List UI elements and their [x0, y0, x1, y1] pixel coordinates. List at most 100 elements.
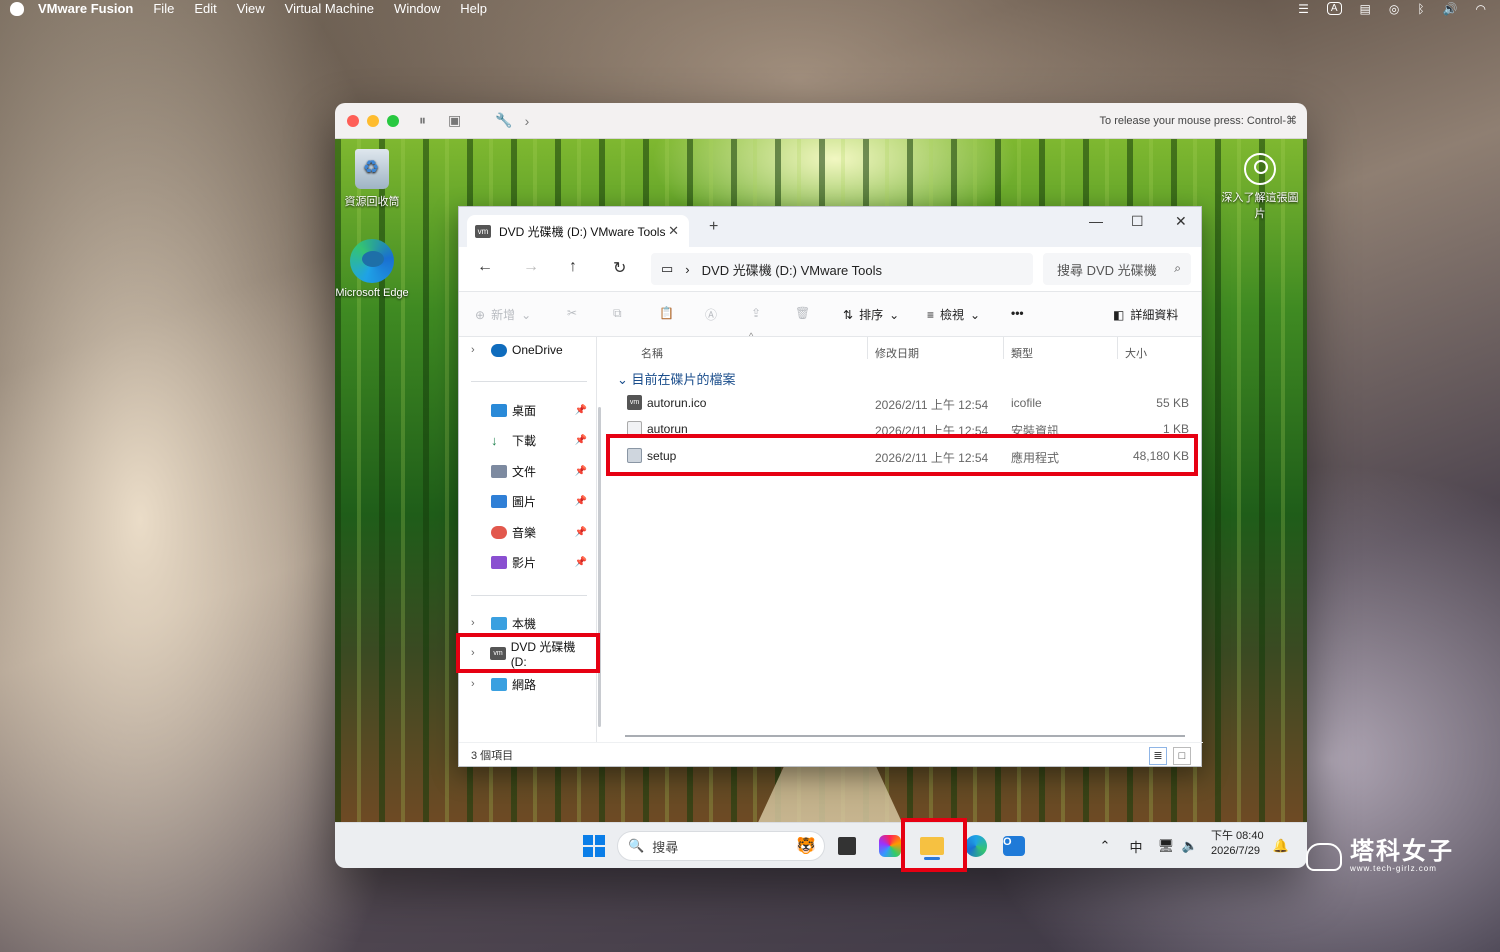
view-button[interactable]: ≡ 檢視 ⌄	[927, 306, 980, 323]
sidebar-label: 音樂	[512, 525, 537, 540]
sidebar-item-music[interactable]: 音樂 📌	[471, 521, 591, 543]
copy-button[interactable]: ⧉	[613, 306, 622, 321]
snapshot-icon[interactable]: ▣	[448, 112, 461, 129]
sidebar-item-network[interactable]: › 網路	[471, 673, 591, 695]
mac-menu-bar: VMware Fusion File Edit View Virtual Mac…	[0, 0, 1500, 17]
delete-button[interactable]: 🗑	[795, 306, 810, 320]
notification-icon[interactable]: 🔔	[1273, 831, 1289, 861]
column-header-size[interactable]: 大小	[1125, 345, 1147, 361]
learn-more-label: 深入了解這張圖片	[1221, 192, 1299, 220]
menu-window[interactable]: Window	[394, 1, 440, 16]
breadcrumb-chevron-icon: ›	[685, 261, 690, 277]
app-name-menu[interactable]: VMware Fusion	[38, 1, 133, 16]
pin-icon: 📌	[574, 526, 587, 538]
explorer-command-bar: ⊕ 新增 ⌄ ✂ ⧉ 📋 Ⓐ ⇪ 🗑 ⇅ 排序 ⌄ ≡ 檢視 ⌄ ••• ◧ 詳…	[459, 291, 1201, 337]
taskbar-clock[interactable]: 下午 08:40 2026/7/29	[1211, 829, 1264, 859]
sidebar-item-pictures[interactable]: 圖片 📌	[471, 490, 591, 512]
outlook-taskbar-button[interactable]: O	[1001, 831, 1027, 861]
vmware-drive-icon: vm	[475, 224, 491, 238]
minimize-button[interactable]: —	[1089, 213, 1103, 229]
sidebar-scrollbar[interactable]	[598, 407, 601, 727]
refresh-button[interactable]: ↻	[613, 258, 626, 278]
explorer-search-box[interactable]: 搜尋 DVD 光碟機 ⌕	[1043, 253, 1191, 285]
sidebar-item-onedrive[interactable]: › OneDrive	[471, 339, 591, 361]
control-center-icon[interactable]: ☰	[1298, 2, 1309, 16]
volume-icon[interactable]: 🔊	[1443, 2, 1458, 16]
file-row[interactable]: vm autorun.ico 2026/2/11 上午 12:54 icofil…	[615, 391, 1195, 415]
menu-virtual-machine[interactable]: Virtual Machine	[285, 1, 374, 16]
sidebar-item-this-pc[interactable]: › 本機	[471, 612, 591, 634]
cut-button[interactable]: ✂	[567, 306, 577, 320]
explorer-search-placeholder: 搜尋 DVD 光碟機	[1057, 262, 1157, 278]
paste-button[interactable]: 📋	[659, 306, 674, 320]
details-view-button[interactable]: ≣	[1149, 747, 1167, 765]
column-header-date[interactable]: 修改日期	[875, 345, 919, 361]
sort-button[interactable]: ⇅ 排序 ⌄	[843, 306, 899, 323]
sidebar-item-documents[interactable]: 文件 📌	[471, 460, 591, 482]
copilot-button[interactable]	[877, 831, 903, 861]
ime-indicator[interactable]: 中	[1127, 831, 1145, 861]
sidebar-item-downloads[interactable]: ↓ 下載 📌	[471, 429, 591, 451]
rename-button[interactable]: Ⓐ	[705, 306, 717, 323]
pin-icon: 📌	[574, 556, 587, 568]
more-options-button[interactable]: •••	[1011, 306, 1024, 320]
close-tab-icon[interactable]: ✕	[668, 223, 679, 239]
share-button[interactable]: ⇪	[751, 306, 761, 320]
menu-help[interactable]: Help	[460, 1, 487, 16]
search-icon: 🔍	[628, 838, 645, 853]
back-button[interactable]: ←	[477, 258, 493, 276]
bluetooth-icon[interactable]: ᛒ	[1417, 2, 1424, 16]
download-icon: ↓	[491, 432, 498, 448]
address-bar[interactable]: ▭ › DVD 光碟機 (D:) VMware Tools	[651, 253, 1033, 285]
details-pane-button[interactable]: ◧ 詳細資料	[1113, 306, 1178, 323]
sidebar-item-desktop[interactable]: 桌面 📌	[471, 399, 591, 421]
up-button[interactable]: ↑	[569, 258, 577, 276]
chevron-down-icon: ⌄	[889, 307, 900, 322]
close-window-button[interactable]	[347, 114, 359, 127]
navigation-pane: › OneDrive 桌面 📌 ↓ 下載 📌 文件 📌 圖片 📌 音樂 📌 影片…	[459, 337, 601, 742]
horizontal-scrollbar[interactable]	[625, 735, 1185, 737]
tiles-view-button[interactable]: □	[1173, 747, 1191, 765]
network-icon[interactable]: 🖥	[1157, 831, 1175, 861]
new-button[interactable]: ⊕ 新增 ⌄	[475, 306, 531, 323]
zoom-window-button[interactable]	[387, 114, 399, 127]
desktop-icon-edge[interactable]: Microsoft Edge	[335, 239, 412, 299]
details-pane-icon: ◧	[1113, 307, 1125, 322]
menu-file[interactable]: File	[153, 1, 174, 16]
column-header-type[interactable]: 類型	[1011, 345, 1033, 361]
task-view-icon	[838, 837, 856, 855]
task-view-button[interactable]	[835, 831, 859, 861]
maximize-button[interactable]: ☐	[1131, 213, 1144, 230]
explorer-tab[interactable]: vm DVD 光碟機 (D:) VMware Tools ✕	[467, 215, 689, 247]
wifi-icon[interactable]: ◠	[1476, 2, 1486, 16]
close-button[interactable]: ✕	[1175, 213, 1187, 230]
sidebar-item-videos[interactable]: 影片 📌	[471, 551, 591, 573]
column-header-name[interactable]: 名稱	[641, 345, 663, 361]
input-source-icon[interactable]: A	[1326, 2, 1342, 15]
sidebar-label: 網路	[512, 677, 537, 692]
volume-muted-icon[interactable]: 🔈	[1181, 831, 1199, 861]
plus-circle-icon: ⊕	[475, 307, 486, 322]
show-hidden-icons-button[interactable]: ⌃	[1097, 831, 1113, 861]
pause-icon[interactable]: ⏸	[419, 112, 426, 129]
airdrop-icon[interactable]: ◎	[1389, 2, 1399, 16]
outlook-icon: O	[1003, 836, 1025, 856]
chevron-right-icon[interactable]: ›	[525, 113, 530, 129]
wrench-icon[interactable]: 🔧	[495, 112, 512, 129]
group-header[interactable]: ⌄ 目前在碟片的檔案	[617, 369, 736, 388]
new-tab-button[interactable]: +	[709, 218, 718, 236]
forward-button[interactable]: →	[523, 258, 539, 276]
minimize-window-button[interactable]	[367, 114, 379, 127]
details-label: 詳細資料	[1130, 308, 1179, 322]
menu-edit[interactable]: Edit	[194, 1, 216, 16]
taskbar-search[interactable]: 🔍 搜尋 🐯	[617, 831, 825, 861]
desktop-icon-learn-more[interactable]: 深入了解這張圖片	[1220, 153, 1300, 221]
start-button[interactable]	[581, 831, 607, 861]
menu-view[interactable]: View	[237, 1, 265, 16]
pin-icon: 📌	[574, 434, 587, 446]
notes-icon[interactable]: ▤	[1360, 2, 1371, 16]
sidebar-label: 圖片	[512, 494, 537, 509]
highlight-setup-row	[606, 434, 1198, 476]
desktop-icon-recycle-bin[interactable]: 資源回收筒	[335, 149, 412, 209]
apple-logo-icon[interactable]	[10, 1, 24, 16]
